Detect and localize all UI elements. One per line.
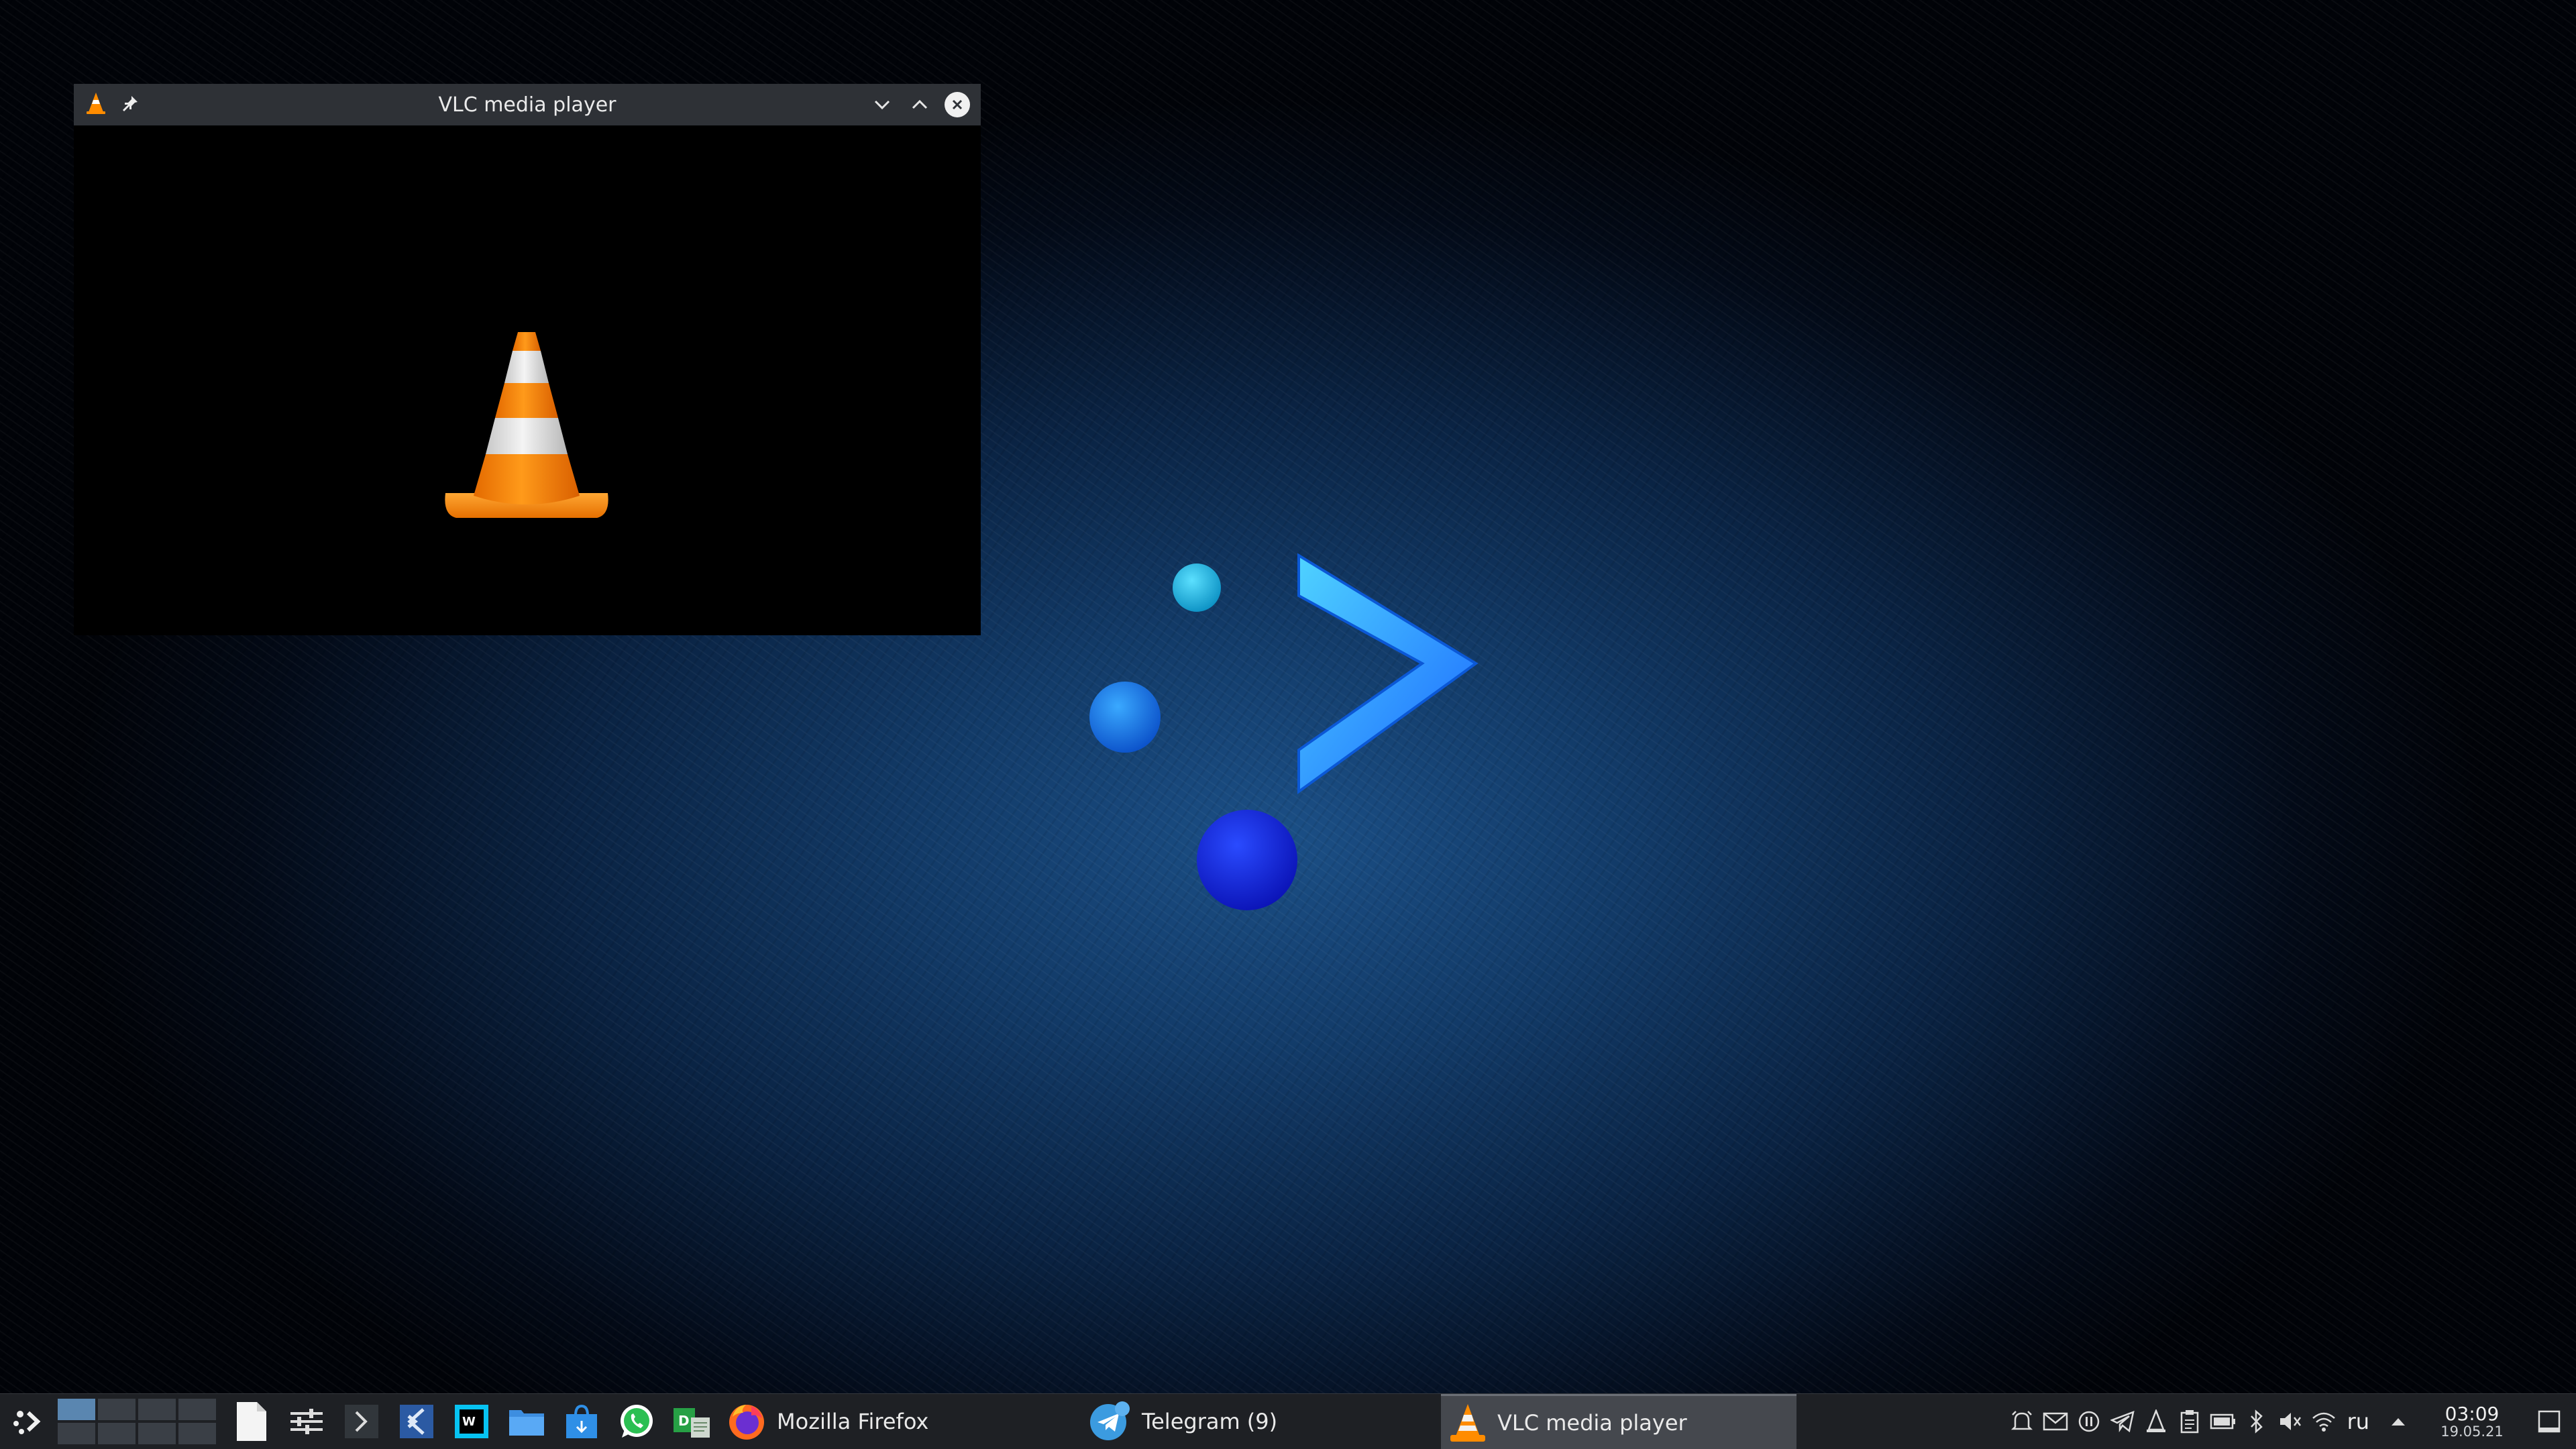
virtual-desktop-pager[interactable] <box>58 1399 216 1444</box>
svg-text:D: D <box>678 1413 690 1429</box>
desktop-3[interactable] <box>138 1399 176 1420</box>
window-title: VLC media player <box>438 93 616 117</box>
task-firefox[interactable]: Mozilla Firefox <box>719 1394 1079 1449</box>
tray-alarm[interactable] <box>2005 1394 2039 1449</box>
launcher-settings[interactable] <box>279 1394 334 1449</box>
launcher-whatsapp[interactable] <box>609 1394 664 1449</box>
file-manager-icon <box>509 1410 544 1436</box>
video-area[interactable] <box>74 125 981 635</box>
tray-expand[interactable] <box>2381 1394 2415 1449</box>
task-telegram[interactable]: Telegram (9) <box>1081 1394 1438 1449</box>
desktop-4[interactable] <box>178 1399 216 1420</box>
bluetooth-icon <box>2250 1409 2263 1434</box>
clock-time: 03:09 <box>2445 1403 2500 1426</box>
telegram-icon <box>1090 1401 1130 1440</box>
chevron-shape <box>1297 553 1479 794</box>
store-icon <box>566 1404 597 1438</box>
pause-icon <box>2078 1411 2099 1432</box>
close-button[interactable] <box>942 88 973 121</box>
task-label-vlc: VLC media player <box>1497 1409 1687 1436</box>
launcher-terminal[interactable] <box>334 1394 389 1449</box>
battery-icon <box>2210 1413 2235 1430</box>
taskbar: W D Mozilla Firefox Telegram (9) VLC med… <box>0 1393 2576 1449</box>
small-dot <box>1173 564 1221 612</box>
tray-vlc[interactable] <box>2139 1394 2173 1449</box>
close-icon <box>945 92 970 117</box>
desktop-2[interactable] <box>98 1399 136 1420</box>
launcher-file[interactable] <box>224 1394 279 1449</box>
tray-clipboard[interactable] <box>2173 1394 2206 1449</box>
task-vlc[interactable]: VLC media player <box>1441 1394 1796 1449</box>
desktop-6[interactable] <box>98 1423 136 1444</box>
show-desktop-icon <box>2538 1410 2561 1433</box>
window-titlebar[interactable]: VLC media player <box>74 84 981 126</box>
launcher-store[interactable] <box>554 1394 609 1449</box>
task-label-firefox: Mozilla Firefox <box>777 1409 929 1434</box>
caret-up-icon <box>2392 1418 2405 1426</box>
wifi-icon <box>2312 1412 2335 1432</box>
clipboard-icon <box>2180 1410 2198 1434</box>
kde-neon-wallpaper-logo <box>1089 553 1479 910</box>
tray-volume[interactable] <box>2273 1394 2307 1449</box>
launcher-document-app[interactable]: D <box>664 1394 719 1449</box>
firefox-icon <box>729 1405 764 1440</box>
tray-bluetooth[interactable] <box>2240 1394 2273 1449</box>
mail-icon <box>2043 1412 2068 1431</box>
vlc-cone-icon[interactable] <box>86 92 106 117</box>
tray-mail[interactable] <box>2039 1394 2072 1449</box>
vlc-cone-logo <box>445 332 608 518</box>
show-desktop-button[interactable] <box>2522 1394 2576 1449</box>
vlc-tray-icon <box>2146 1409 2165 1432</box>
alarm-icon <box>2010 1411 2033 1430</box>
tray-battery[interactable] <box>2206 1394 2240 1449</box>
tray-wifi[interactable] <box>2307 1394 2341 1449</box>
terminal-icon <box>345 1405 378 1438</box>
launcher-webstorm[interactable]: W <box>444 1394 499 1449</box>
volume-muted-icon <box>2279 1413 2301 1430</box>
task-label-telegram: Telegram (9) <box>1142 1409 1278 1434</box>
pin-icon[interactable] <box>121 94 140 115</box>
document-app-icon: D <box>674 1408 710 1438</box>
kde-launcher-icon <box>13 1411 41 1434</box>
settings-sliders-icon <box>290 1409 323 1434</box>
maximize-chevron-icon <box>912 99 928 109</box>
launcher-vscode[interactable] <box>389 1394 444 1449</box>
vlc-window[interactable]: VLC media player <box>74 84 981 635</box>
svg-text:W: W <box>462 1415 476 1429</box>
desktop-8[interactable] <box>178 1423 216 1444</box>
tray-media-pause[interactable] <box>2072 1394 2106 1449</box>
desktop-7[interactable] <box>138 1423 176 1444</box>
telegram-tray-icon <box>2110 1411 2135 1432</box>
webstorm-icon: W <box>455 1405 488 1438</box>
maximize-button[interactable] <box>904 88 935 121</box>
whatsapp-icon <box>621 1405 653 1438</box>
minimize-chevron-icon <box>874 100 890 110</box>
launcher-file-manager[interactable] <box>499 1394 554 1449</box>
medium-dot <box>1089 682 1161 753</box>
keyboard-layout[interactable]: ru <box>2341 1409 2381 1434</box>
application-launcher[interactable] <box>0 1394 55 1449</box>
tray-telegram[interactable] <box>2106 1394 2139 1449</box>
system-tray: ru 03:09 19.05.21 <box>2005 1394 2576 1449</box>
vscode-icon <box>400 1405 433 1438</box>
large-dot <box>1197 810 1297 910</box>
desktop-1[interactable] <box>58 1399 95 1420</box>
vlc-cone-icon <box>1450 1403 1485 1442</box>
digital-clock[interactable]: 03:09 19.05.21 <box>2422 1403 2522 1440</box>
clock-date: 19.05.21 <box>2440 1423 2504 1440</box>
file-icon <box>237 1402 266 1441</box>
desktop-5[interactable] <box>58 1423 95 1444</box>
minimize-button[interactable] <box>867 88 898 121</box>
